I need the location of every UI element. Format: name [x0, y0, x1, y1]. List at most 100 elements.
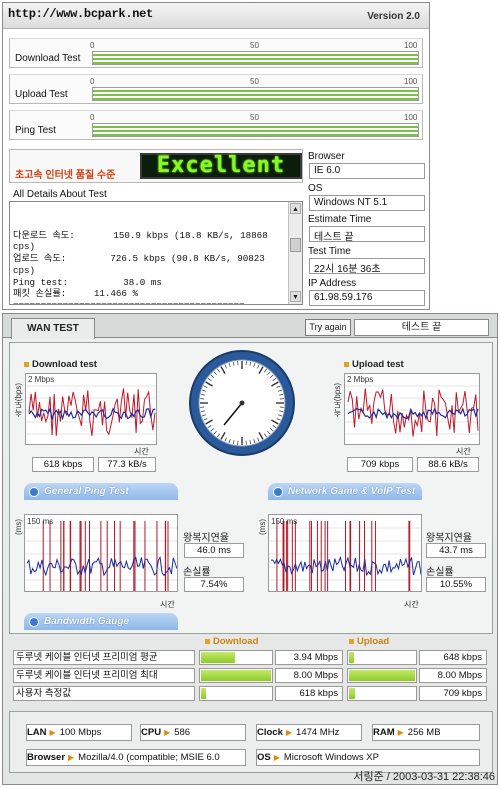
arrow-right-icon: ▶ [397, 728, 404, 737]
gauge-row-name: 두루넷 케이블 인터넷 프리미엄 평균 [13, 650, 195, 665]
wan-results-area: Download test 속도(bps) 2 Mbps 시간 618 kbps… [9, 342, 493, 634]
details-title: All Details About Test [13, 189, 107, 200]
arrow-right-icon: ▶ [273, 753, 280, 762]
general-loss-label: 손실률 [183, 567, 211, 578]
upload-test-row: Upload Test 0 50 100 [9, 74, 423, 104]
version-label: Version 2.0 [367, 11, 420, 22]
gauge-download-fill [201, 652, 235, 663]
general-ping-header: General Ping Test [24, 483, 178, 500]
ip-label: IP Address [308, 278, 357, 289]
testtime-label: Test Time [308, 246, 351, 257]
upload-test-label: Upload Test [15, 89, 68, 100]
details-textarea[interactable]: 다운로드 속도: 150.9 kbps (18.8 KB/s, 18868 cp… [9, 201, 303, 305]
game-ping-xlabel: 시간 [404, 600, 419, 609]
bandwidth-gauge-title: Bandwidth Gauge [44, 616, 129, 627]
upload-ymax-label: 2 Mbps [347, 375, 374, 384]
arrow-right-icon: ▶ [68, 753, 75, 762]
gauge-upload-bar [347, 668, 417, 683]
general-loss-value: 7.54% [184, 577, 244, 592]
scroll-up-icon[interactable]: ▲ [290, 203, 301, 214]
arrow-circle-icon [29, 487, 39, 497]
gauge-download-value: 618 kbps [275, 686, 343, 701]
arrow-right-icon: ▶ [49, 728, 56, 737]
gauge-row-name: 사용자 측정값 [13, 686, 195, 701]
download-progress-bar [92, 51, 419, 65]
upload-test-heading: Upload test [344, 359, 404, 370]
scale-tick-label: 0 [90, 113, 95, 122]
gauge-download-bar [199, 686, 273, 701]
quality-panel: 초고속 인터넷 품질 수준 Excellent [9, 149, 303, 183]
upload-ylabel: 속도(bps) [333, 383, 342, 418]
gauge-upload-bar [347, 686, 417, 701]
quality-led-display: Excellent [140, 153, 302, 179]
try-again-button[interactable]: Try again [305, 319, 351, 336]
os-value: Windows NT 5.1 [309, 195, 425, 211]
speed-dial-icon [189, 350, 295, 456]
gauge-download-value: 8.00 Mbps [275, 668, 343, 683]
speed-test-panel: http://www.bcpark.net Version 2.0 Downlo… [2, 2, 430, 310]
scale-tick-label: 0 [90, 77, 95, 86]
gauge-download-fill [201, 688, 206, 699]
gauge-download-value: 3.94 Mbps [275, 650, 343, 665]
scale-tick-label: 100 [404, 113, 418, 122]
download-test-row: Download Test 0 50 100 [9, 38, 423, 68]
gauge-upload-fill [349, 652, 354, 663]
dial-hub [239, 400, 245, 406]
scale-tick-label: 100 [404, 41, 418, 50]
timestamp-stamp: 서링준 / 2003-03-31 22:38:46 [353, 771, 495, 783]
speed-trace-red [347, 388, 479, 437]
gauge-upload-heading: Upload [349, 636, 389, 647]
upload-kBs-value: 88.6 kB/s [417, 457, 479, 472]
download-ymax-label: 2 Mbps [28, 375, 55, 384]
gauge-upload-fill [349, 670, 415, 681]
ping-trace-blue [26, 556, 177, 577]
download-test-heading: Download test [24, 359, 97, 370]
ping-progress-bar [92, 123, 419, 137]
game-ping-header: Network Game & VoIP Test [268, 483, 422, 500]
testtime-value: 22시 16분 36초 [309, 258, 425, 275]
scale-tick-label: 50 [250, 41, 259, 50]
quality-label: 초고속 인터넷 품질 수준 [15, 170, 116, 181]
general-rtt-label: 왕복지연율 [183, 533, 229, 544]
upload-xlabel: 시간 [456, 447, 471, 456]
os-label: OS [308, 183, 323, 194]
upload-kbps-value: 709 kbps [347, 457, 413, 472]
general-ping-title: General Ping Test [44, 486, 129, 497]
ram-info: RAM ▶ 256 MB [372, 724, 480, 741]
gauge-upload-value: 648 kbps [419, 650, 487, 665]
browser-label: Browser [308, 151, 345, 162]
gauge-upload-fill [349, 688, 355, 699]
arrow-right-icon: ▶ [285, 728, 293, 737]
game-rtt-label: 왕복지연율 [426, 533, 472, 544]
download-test-label: Download Test [15, 53, 81, 64]
wan-test-panel: WAN TEST Try again 테스트 끝 Download test 속… [2, 313, 498, 785]
scroll-thumb[interactable] [290, 238, 301, 252]
scale-tick-label: 50 [250, 113, 259, 122]
general-rtt-value: 46.0 ms [184, 543, 244, 558]
download-kBs-value: 77.3 kB/s [98, 457, 156, 472]
general-ping-ymax-label: 150 ms [27, 517, 54, 526]
arrow-right-icon: ▶ [164, 728, 171, 737]
game-ping-ymax-label: 150 ms [271, 517, 298, 526]
general-ping-ylabel: (ms) [14, 519, 23, 535]
gauge-download-fill [201, 670, 271, 681]
game-ping-title: Network Game & VoIP Test [288, 486, 416, 497]
wan-tab-strip: WAN TEST Try again 테스트 끝 [3, 314, 497, 339]
tab-wan-test[interactable]: WAN TEST [11, 318, 95, 339]
details-scrollbar[interactable]: ▲ ▼ [288, 202, 302, 304]
estimate-value: 테스트 끝 [309, 226, 425, 243]
lan-info: LAN ▶ 100 Mbps [26, 724, 132, 741]
browser-value: IE 6.0 [309, 163, 425, 179]
cpu-info: CPU ▶ 586 [140, 724, 246, 741]
ping-test-label: Ping Test [15, 125, 56, 136]
system-info-panel: LAN ▶ 100 Mbps CPU ▶ 586 Clock ▶ 1474 MHz RAM ▶… [9, 711, 493, 773]
game-loss-value: 10.55% [426, 577, 486, 592]
scroll-down-icon[interactable]: ▼ [290, 291, 301, 302]
game-loss-label: 손실률 [426, 567, 454, 578]
download-kbps-value: 618 kbps [32, 457, 94, 472]
game-rtt-value: 43.7 ms [426, 543, 486, 558]
gauge-upload-value: 8.00 Mbps [419, 668, 487, 683]
scale-tick-label: 100 [404, 77, 418, 86]
clock-info: Clock ▶ 1474 MHz [256, 724, 362, 741]
site-url[interactable]: http://www.bcpark.net [8, 7, 153, 21]
